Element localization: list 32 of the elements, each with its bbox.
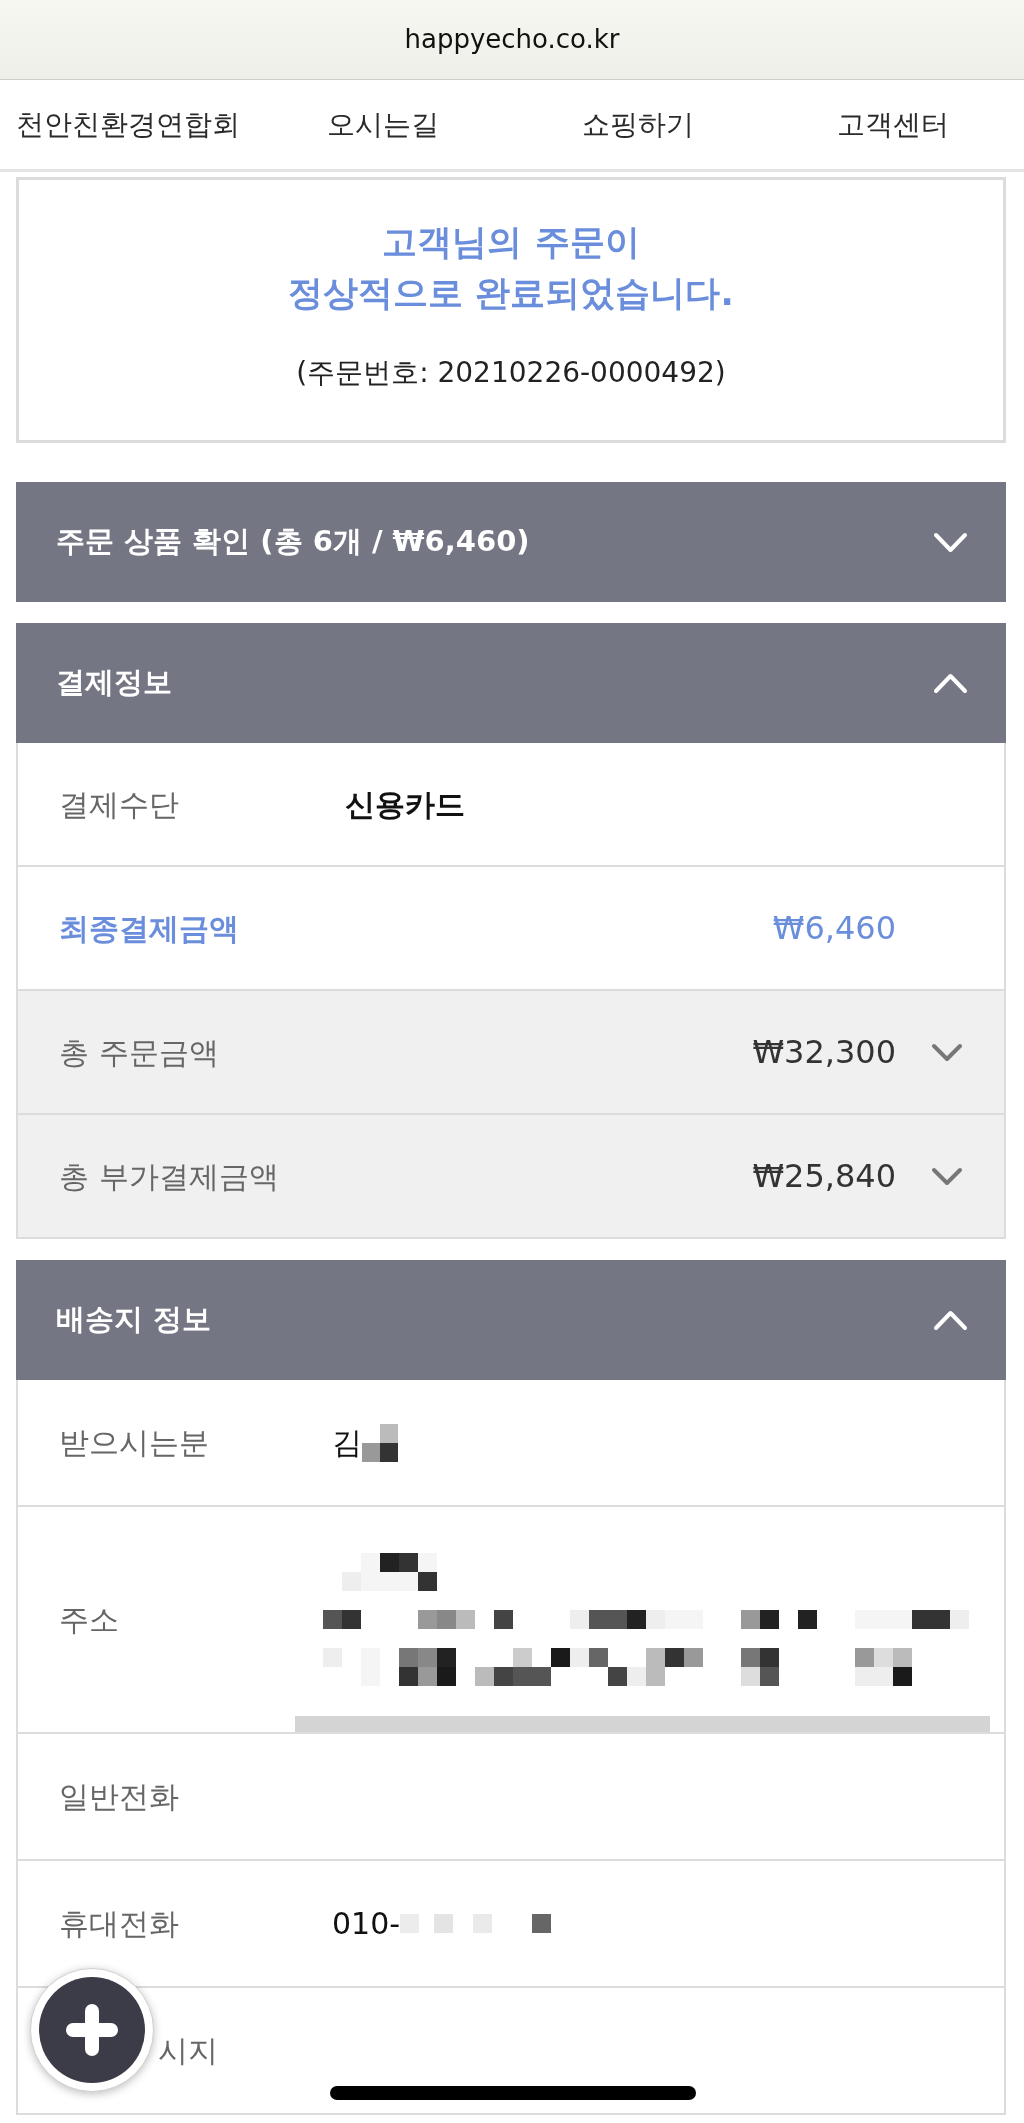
total-amount: ₩6,460 [772, 908, 896, 949]
field-label: 일반전화 [59, 1779, 179, 1814]
nav-link[interactable]: 쇼핑하기 [581, 107, 694, 141]
chevron-down-icon[interactable] [931, 1166, 963, 1186]
field-label: 받으시는분 [59, 1425, 209, 1460]
chevron-up-icon[interactable] [933, 1309, 968, 1331]
section-header[interactable]: 주문 상품 확인 (총 6개 / ₩6,460) [16, 482, 1006, 602]
order-number: (주문번호: 20210226-0000492) [295, 355, 727, 391]
field-label: 휴대전화 [59, 1906, 179, 1941]
nav-link[interactable]: 오시는길 [326, 107, 439, 141]
field-label: 시지 [158, 2032, 218, 2070]
floating-add-button[interactable] [30, 1968, 154, 2092]
amount-label: 총 주문금액 [59, 1033, 219, 1072]
nav-link[interactable]: 천안친환경연합회 [15, 107, 240, 141]
order-complete-message: 고객님의 주문이 정상적으로 완료되었습니다. [287, 221, 735, 315]
amount-value: ₩32,300 [752, 1032, 896, 1073]
field-value: 신용카드 [345, 785, 465, 824]
amount-value: ₩25,840 [752, 1156, 896, 1197]
total-label: 최종결제금액 [59, 909, 239, 948]
section-header[interactable]: 배송지 정보 [16, 1260, 1006, 1380]
plus-icon [39, 1977, 145, 2083]
field-value: 010- [332, 1905, 401, 1943]
chevron-up-icon[interactable] [933, 672, 968, 694]
field-label: 결제수단 [59, 786, 179, 822]
amount-label: 총 부가결제금액 [59, 1157, 279, 1196]
nav-link[interactable]: 고객센터 [836, 107, 949, 141]
chevron-down-icon[interactable] [931, 1042, 963, 1062]
browser-address-bar[interactable]: happyecho.co.kr [0, 0, 1024, 80]
section-header[interactable]: 결제정보 [16, 623, 1006, 743]
field-label: 주소 [59, 1602, 119, 1637]
field-value: 김 [332, 1424, 362, 1462]
pixel-mosaic-drawing [362, 1423, 398, 1462]
